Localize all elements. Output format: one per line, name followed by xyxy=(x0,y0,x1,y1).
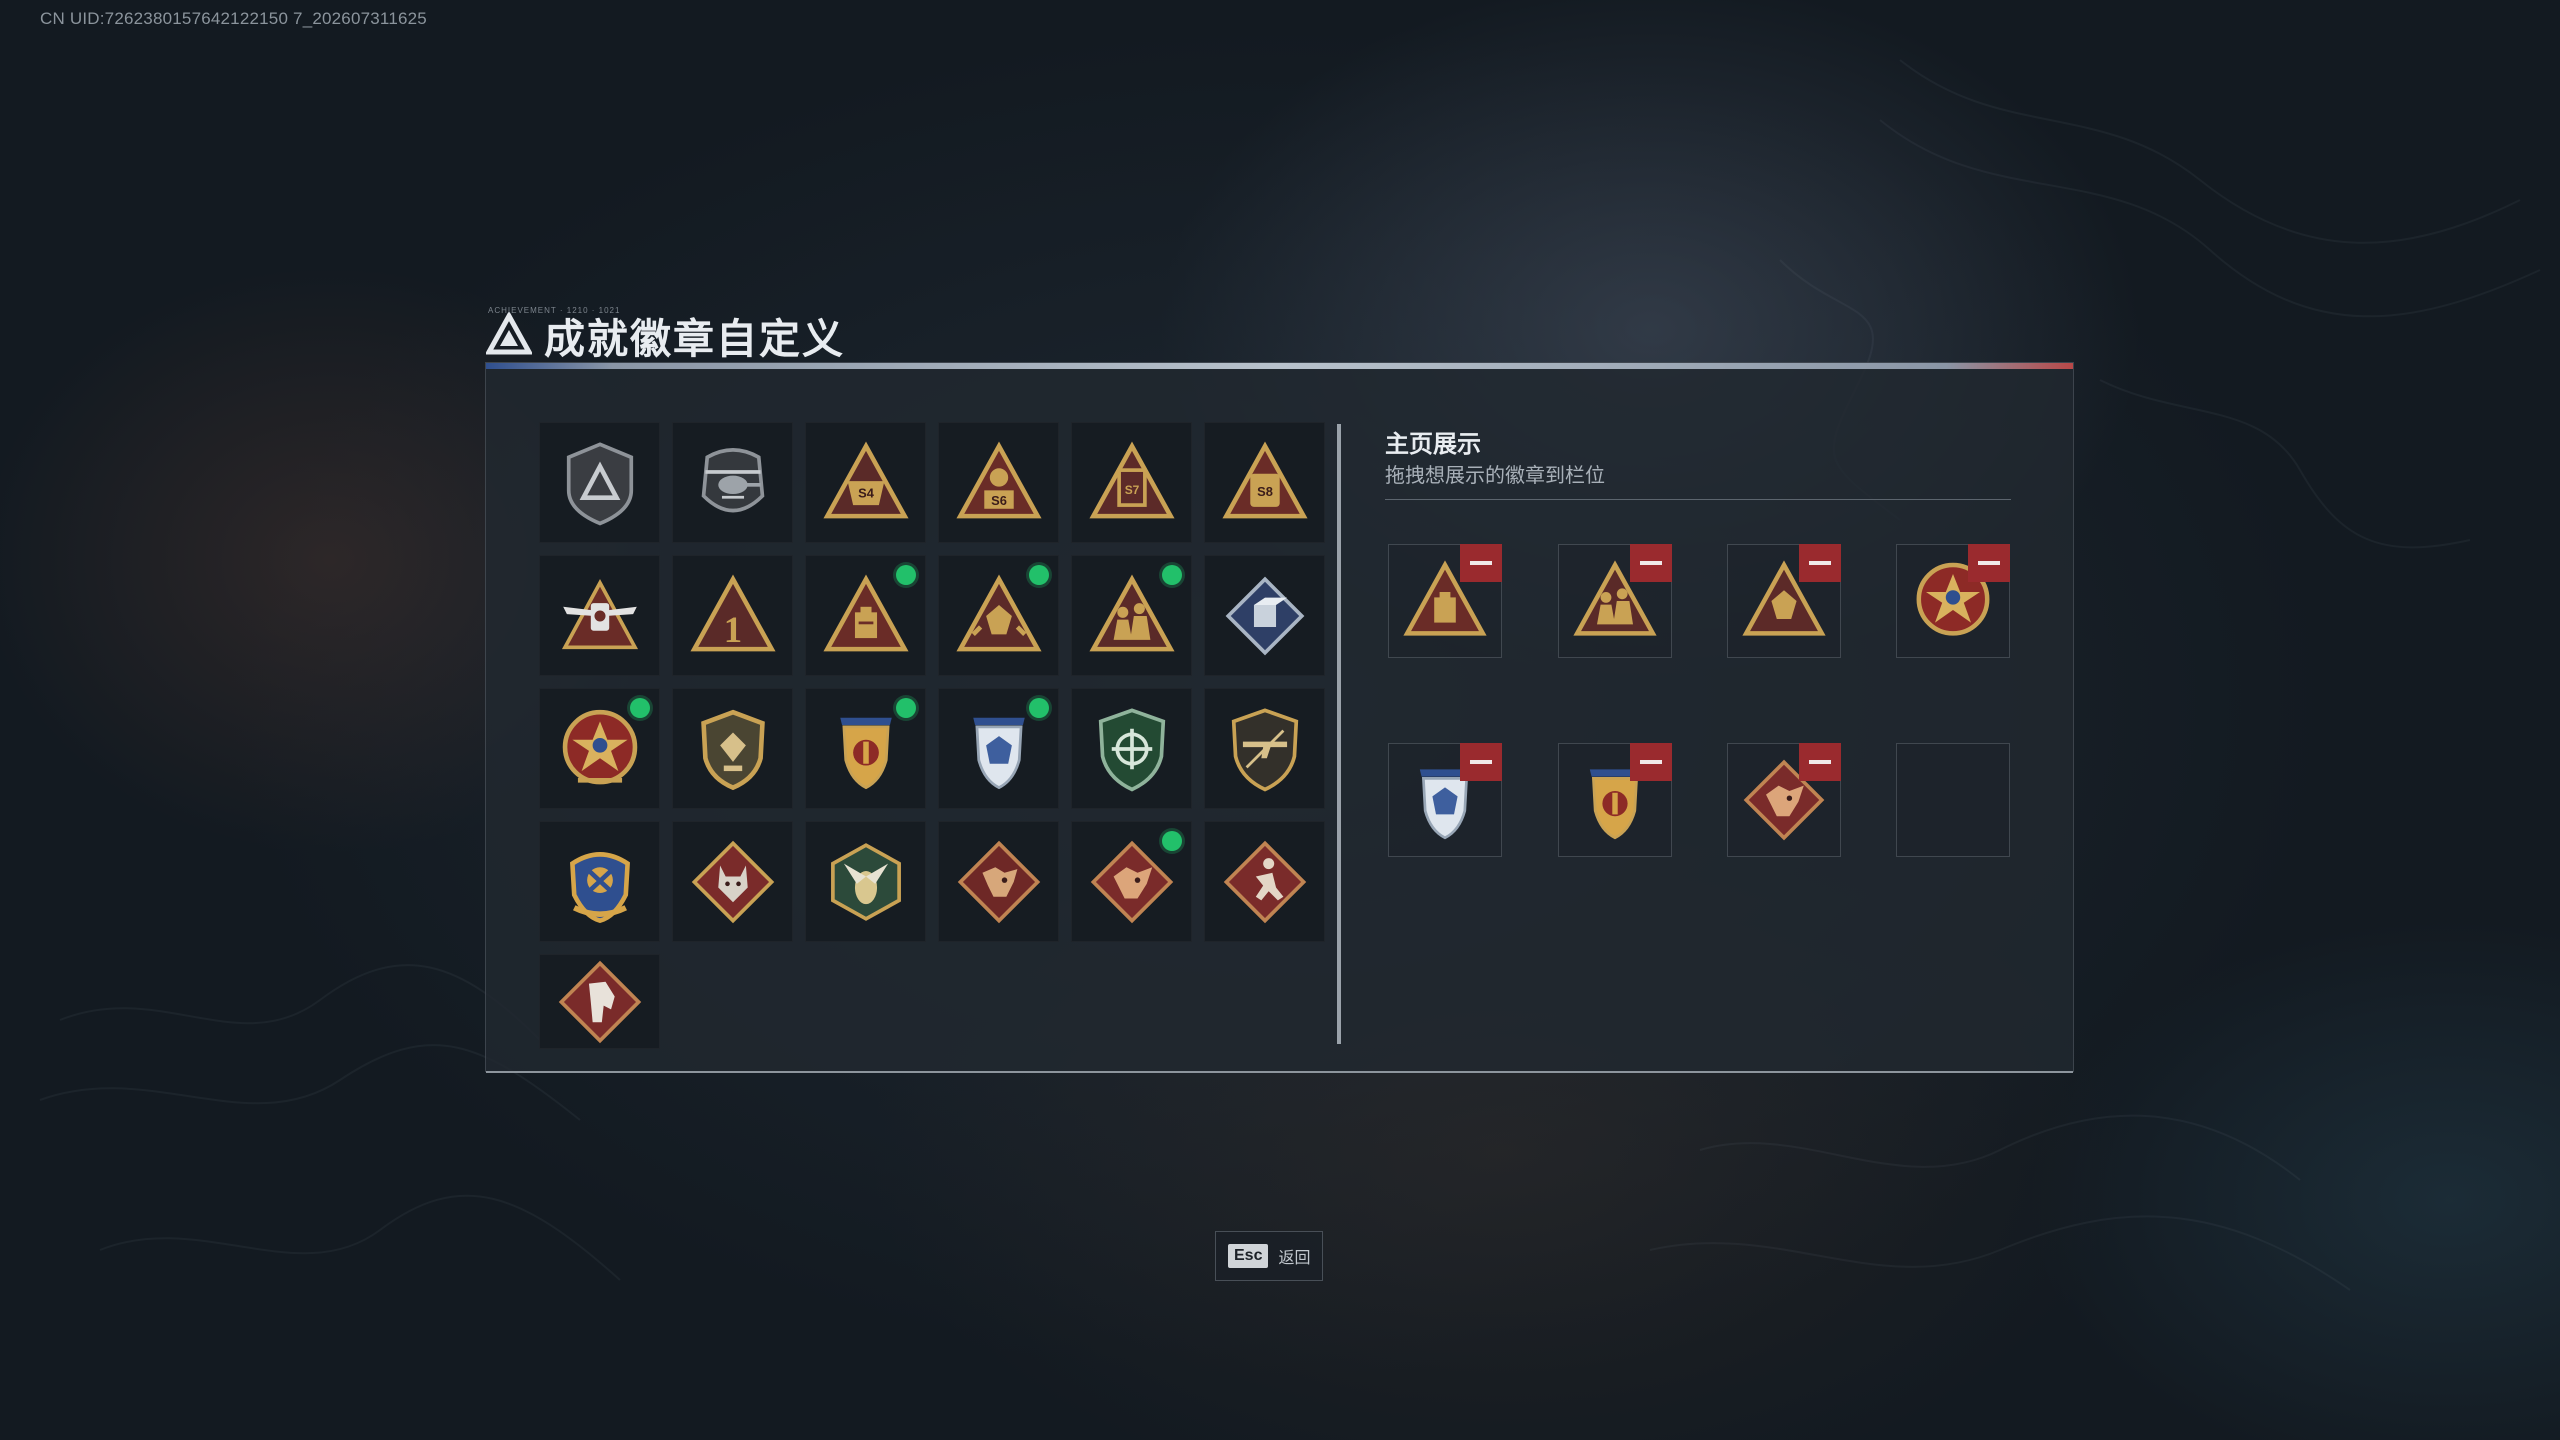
squad-triangle-badge-icon xyxy=(1088,573,1175,651)
showcase-subtitle: 拖拽想展示的徽章到栏位 xyxy=(1385,465,1605,487)
showcase-slot-3[interactable] xyxy=(1727,544,1841,658)
panel-bottom-line xyxy=(486,1071,2073,1073)
supply-crate-triangle-badge-icon xyxy=(822,573,909,651)
badge-cell[interactable] xyxy=(1204,555,1325,676)
page-header: ACHIEVEMENT · 1210 · 1021 成就徽章自定义 xyxy=(486,305,845,365)
header-tiny-caption: ACHIEVEMENT · 1210 · 1021 xyxy=(488,306,621,315)
runner-diamond-badge-icon xyxy=(1223,840,1306,923)
badge-cell[interactable]: S6 xyxy=(938,422,1059,543)
minus-icon xyxy=(1640,760,1662,764)
esc-key-cap: Esc xyxy=(1228,1244,1269,1268)
badge-cell[interactable] xyxy=(539,422,660,543)
helicopter-shield-badge-icon xyxy=(701,447,764,512)
s4-triangle-badge-icon: S4 xyxy=(822,440,909,518)
remove-badge-button[interactable] xyxy=(1630,743,1672,781)
new-indicator-dot xyxy=(896,565,916,585)
showcase-slot-4[interactable] xyxy=(1896,544,2010,658)
badge-cell[interactable] xyxy=(539,954,660,1049)
new-indicator-dot xyxy=(630,698,650,718)
green-hex-bee-badge-icon xyxy=(830,842,901,921)
green-crosshair-shield-badge-icon xyxy=(1098,707,1165,792)
badge-customization-panel: S4 S6 S7 S8 1 主页展示 拖拽想展示的徽章到栏位 xyxy=(485,362,2074,1075)
remove-badge-button[interactable] xyxy=(1799,743,1841,781)
rifle-shield-badge-icon xyxy=(1231,707,1298,792)
s7-label: S7 xyxy=(1124,483,1139,497)
showcase-title: 主页展示 xyxy=(1385,431,1481,458)
minus-icon xyxy=(1470,561,1492,565)
badge-cell[interactable]: S8 xyxy=(1204,422,1325,543)
wolf-diamond-badge-icon xyxy=(691,840,774,923)
blue-silver-shield-badge-icon xyxy=(972,717,1025,789)
back-label: 返回 xyxy=(1278,1250,1311,1267)
gem-triangle-badge-icon xyxy=(955,573,1042,651)
panel-divider-scrollbar[interactable] xyxy=(1337,424,1341,1044)
remove-badge-button[interactable] xyxy=(1968,544,2010,582)
showcase-slot-5[interactable] xyxy=(1388,743,1502,857)
badge-cell[interactable]: S7 xyxy=(1071,422,1192,543)
number-one-triangle-badge-icon: 1 xyxy=(689,573,776,651)
new-indicator-dot xyxy=(1162,831,1182,851)
remove-badge-button[interactable] xyxy=(1460,743,1502,781)
new-indicator-dot xyxy=(1029,698,1049,718)
badge-cell[interactable] xyxy=(1204,821,1325,942)
badge-cell[interactable] xyxy=(539,688,660,809)
minus-icon xyxy=(1809,760,1831,764)
badge-inventory-grid: S4 S6 S7 S8 1 xyxy=(539,422,1339,1075)
badge-cell[interactable]: 1 xyxy=(672,555,793,676)
showcase-slot-7[interactable] xyxy=(1727,743,1841,857)
badge-cell[interactable] xyxy=(1071,555,1192,676)
red-dragon-diamond-badge-icon xyxy=(1090,840,1173,923)
s7-triangle-badge-icon: S7 xyxy=(1088,440,1175,518)
badge-cell[interactable] xyxy=(805,688,926,809)
badge-cell[interactable] xyxy=(672,821,793,942)
s8-label: S8 xyxy=(1257,483,1273,498)
back-button[interactable]: Esc 返回 xyxy=(1215,1231,1323,1281)
minus-icon xyxy=(1470,760,1492,764)
s6-label: S6 xyxy=(991,493,1007,508)
badge-cell[interactable] xyxy=(805,555,926,676)
blue-gold-crest-badge-icon xyxy=(569,851,630,923)
badge-cell[interactable] xyxy=(938,688,1059,809)
red-gold-shield-badge-icon xyxy=(839,717,892,789)
showcase-slot-6[interactable] xyxy=(1558,743,1672,857)
showcase-separator xyxy=(1385,499,2011,500)
showcase-slot-empty[interactable] xyxy=(1896,743,2010,857)
badge-cell[interactable]: S4 xyxy=(805,422,926,543)
badge-cell[interactable] xyxy=(539,555,660,676)
badge-cell[interactable] xyxy=(1204,688,1325,809)
showcase-slot-1[interactable] xyxy=(1388,544,1502,658)
remove-badge-button[interactable] xyxy=(1799,544,1841,582)
badge-cell[interactable] xyxy=(805,821,926,942)
new-indicator-dot xyxy=(1029,565,1049,585)
minus-icon xyxy=(1640,561,1662,565)
new-indicator-dot xyxy=(1162,565,1182,585)
one-label: 1 xyxy=(723,608,741,649)
badge-cell[interactable] xyxy=(1071,688,1192,809)
badge-cell[interactable] xyxy=(1071,821,1192,942)
s6-triangle-badge-icon: S6 xyxy=(955,440,1042,518)
remove-badge-button[interactable] xyxy=(1630,544,1672,582)
dragon-diamond-badge-icon xyxy=(957,840,1040,923)
gold-star-medal-badge-icon xyxy=(562,709,637,784)
s4-label: S4 xyxy=(858,485,875,500)
badge-cell[interactable] xyxy=(672,422,793,543)
horse-diamond-badge-icon xyxy=(558,960,641,1043)
grey-shield-triangle-badge-icon xyxy=(566,441,633,525)
minus-icon xyxy=(1978,561,2000,565)
winged-triangle-badge-icon xyxy=(561,578,638,649)
uid-text: CN UID:7262380157642122150 7_20260731162… xyxy=(40,9,427,28)
gold-crest-shield-badge-icon xyxy=(700,709,765,790)
badge-cell[interactable] xyxy=(672,688,793,809)
badge-cell[interactable] xyxy=(938,555,1059,676)
remove-badge-button[interactable] xyxy=(1460,544,1502,582)
new-indicator-dot xyxy=(896,698,916,718)
badge-cell[interactable] xyxy=(539,821,660,942)
delta-logo-icon xyxy=(486,312,532,355)
steel-diamond-badge-icon xyxy=(1225,576,1304,655)
s8-triangle-badge-icon: S8 xyxy=(1221,440,1308,518)
showcase-slot-2[interactable] xyxy=(1558,544,1672,658)
minus-icon xyxy=(1809,561,1831,565)
panel-top-accent xyxy=(486,363,2073,369)
badge-cell[interactable] xyxy=(938,821,1059,942)
